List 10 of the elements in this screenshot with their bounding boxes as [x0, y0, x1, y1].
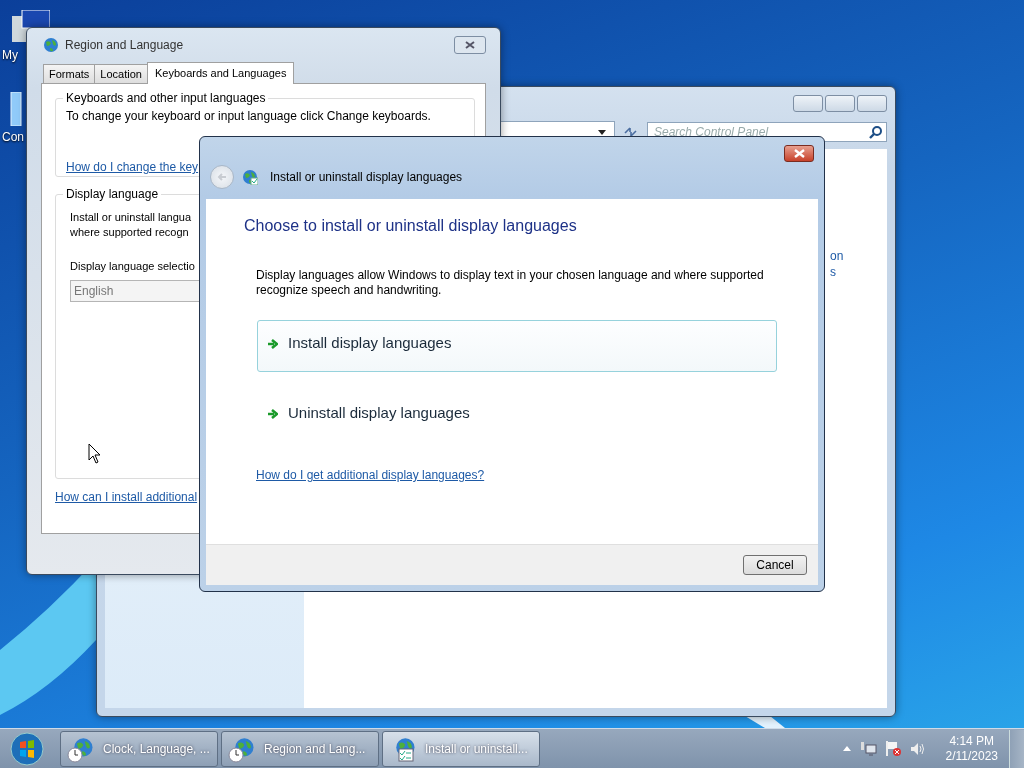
group-title: Display language — [63, 187, 162, 201]
description-text: Install or uninstall langua — [70, 210, 192, 225]
window-title: Install or uninstall display languages — [270, 170, 463, 184]
description-text: where supported recogn — [70, 225, 189, 240]
heading: Choose to install or uninstall display languages — [244, 217, 578, 235]
description-text: To change your keyboard or input language click Change keyboards. — [66, 109, 432, 123]
field-label: Display language selectio — [70, 260, 195, 272]
group-title: Keyboards and other input languages — [63, 91, 269, 105]
window-title: Region and Language — [65, 38, 184, 52]
description-text: Display languages allow Windows to display text in your chosen language and where supported recognize speech and handwriting. — [256, 268, 765, 298]
